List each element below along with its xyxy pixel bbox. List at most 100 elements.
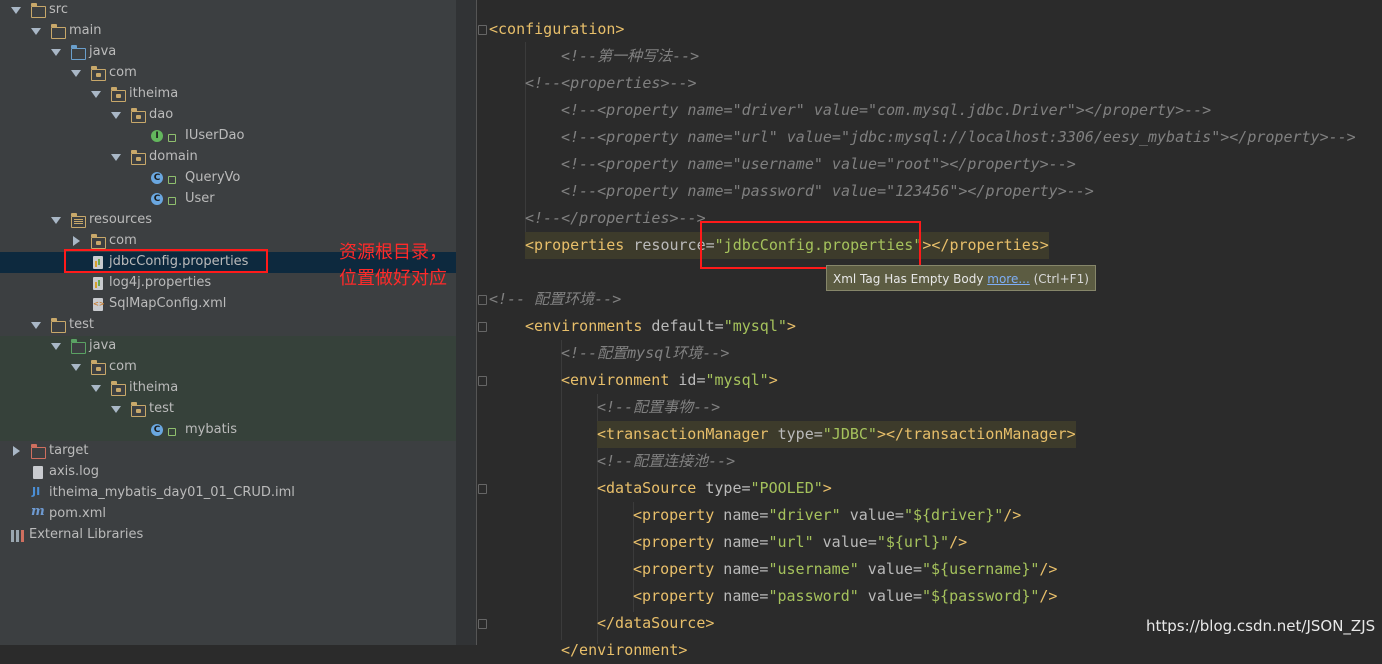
tree-item-com[interactable]: com [0, 63, 456, 84]
expand-arrow-icon[interactable] [91, 385, 101, 392]
tree-item-main[interactable]: main [0, 21, 456, 42]
code-line-property[interactable]: <property name="username" value="${usern… [633, 556, 1057, 583]
code-line-property[interactable]: <property name="driver" value="${driver}… [633, 502, 1021, 529]
tree-item-user[interactable]: C User [0, 189, 456, 210]
code-line[interactable]: </environment> [561, 637, 687, 664]
code-line[interactable]: <!--配置连接池--> [597, 448, 735, 475]
collapse-arrow-icon[interactable] [13, 446, 20, 456]
expand-arrow-icon[interactable] [51, 217, 61, 224]
xml-comment: <!--<property name="url" value="jdbc:mys… [561, 128, 1356, 146]
xml-comment: <!--<properties>--> [525, 74, 697, 92]
code-line[interactable]: <dataSource type="POOLED"> [597, 475, 832, 502]
tree-item-iuserdao[interactable]: I IUserDao [0, 126, 456, 147]
interface-icon: I [151, 130, 163, 142]
fold-marker-icon[interactable] [478, 25, 487, 35]
tree-item-label: com [109, 359, 137, 374]
tree-item-label: pom.xml [49, 506, 106, 521]
code-line[interactable]: <!--<property name="password" value="123… [561, 178, 1094, 205]
tree-item-label: main [69, 23, 102, 38]
tree-item-pom[interactable]: m pom.xml [0, 504, 456, 525]
expand-arrow-icon[interactable] [31, 28, 41, 35]
code-line[interactable]: </dataSource> [597, 610, 714, 637]
code-line[interactable]: <!--<properties>--> [525, 70, 697, 97]
fold-marker-icon[interactable] [478, 376, 487, 386]
fold-marker-icon[interactable] [478, 322, 487, 332]
code-line[interactable]: <!--第一种写法--> [561, 43, 699, 70]
code-line-property[interactable]: <property name="password" value="${passw… [633, 583, 1057, 610]
tree-item-domain[interactable]: domain [0, 147, 456, 168]
tree-item-axis-log[interactable]: axis.log [0, 462, 456, 483]
expand-arrow-icon[interactable] [71, 70, 81, 77]
lock-icon [168, 428, 176, 436]
folder-icon [50, 318, 66, 333]
tree-item-external-libraries[interactable]: External Libraries [0, 525, 456, 546]
tree-item-queryvo[interactable]: C QueryVo [0, 168, 456, 189]
annotation-note: 资源根目录， 位置做好对应 [339, 240, 447, 292]
test-class-icon: C [151, 424, 163, 436]
tree-item-resources[interactable]: resources [0, 210, 456, 231]
code-line[interactable]: <environment id="mysql"> [561, 367, 778, 394]
xml-tag: <property [633, 587, 715, 605]
code-line[interactable]: <environments default="mysql"> [525, 313, 796, 340]
expand-arrow-icon[interactable] [111, 154, 121, 161]
tree-item-label: test [69, 317, 94, 332]
tree-item-test-itheima[interactable]: itheima [0, 378, 456, 399]
code-line[interactable]: <!--配置事物--> [597, 394, 720, 421]
code-line[interactable]: <transactionManager type="JDBC"></transa… [597, 421, 1076, 448]
expand-arrow-icon[interactable] [31, 322, 41, 329]
xml-tag: <transactionManager [597, 425, 769, 443]
xml-attribute: default= [642, 317, 724, 335]
maven-icon: m [31, 504, 45, 519]
xml-tag: </environment> [561, 641, 688, 659]
tooltip-more-link[interactable]: more... [987, 272, 1030, 286]
tree-item-java[interactable]: java [0, 42, 456, 63]
code-line[interactable]: <!-- 配置环境--> [489, 286, 621, 313]
tree-item-itheima[interactable]: itheima [0, 84, 456, 105]
code-line[interactable]: <!--<property name="username" value="roo… [561, 151, 1076, 178]
tree-item-label: External Libraries [29, 527, 144, 542]
xml-attribute: name= [714, 506, 769, 524]
tree-item-test-java[interactable]: java [0, 336, 456, 357]
expand-arrow-icon[interactable] [11, 7, 21, 14]
xml-attribute: type= [768, 425, 823, 443]
class-icon: C [151, 193, 163, 205]
code-line[interactable]: <!--<property name="url" value="jdbc:mys… [561, 124, 1356, 151]
code-line-property[interactable]: <property name="url" value="${url}"/> [633, 529, 967, 556]
xml-comment: <!--</properties>--> [525, 209, 706, 227]
tree-item-test-com[interactable]: com [0, 357, 456, 378]
xml-attribute-value: "driver" [768, 506, 841, 524]
tree-item-test[interactable]: test [0, 315, 456, 336]
expand-arrow-icon[interactable] [111, 406, 121, 413]
lock-icon [168, 176, 176, 184]
code-line[interactable]: <!--配置mysql环境--> [561, 340, 729, 367]
code-line[interactable]: <!--<property name="driver" value="com.m… [561, 97, 1211, 124]
expand-arrow-icon[interactable] [51, 343, 61, 350]
expand-arrow-icon[interactable] [111, 112, 121, 119]
fold-marker-icon[interactable] [478, 295, 487, 305]
xml-attribute-value: "JDBC" [822, 425, 877, 443]
expand-arrow-icon[interactable] [71, 364, 81, 371]
xml-attribute-value: "${password}" [922, 587, 1040, 605]
code-line[interactable]: <configuration> [489, 16, 624, 43]
class-icon: C [151, 172, 163, 184]
tree-item-mybatis[interactable]: C mybatis [0, 420, 456, 441]
tree-item-test-test[interactable]: test [0, 399, 456, 420]
tree-item-dao[interactable]: dao [0, 105, 456, 126]
xml-tag: > [768, 371, 778, 389]
tree-item-iml[interactable]: JI itheima_mybatis_day01_01_CRUD.iml [0, 483, 456, 504]
expand-arrow-icon[interactable] [51, 49, 61, 56]
xml-tag: /> [949, 533, 968, 551]
package-icon [130, 402, 146, 417]
tree-item-label: itheima [129, 380, 179, 395]
tree-item-src[interactable]: src [0, 0, 456, 21]
tree-item-label: QueryVo [185, 170, 241, 185]
code-line[interactable]: <!--</properties>--> [525, 205, 706, 232]
xml-tag: <property [633, 560, 715, 578]
xml-tag: </dataSource> [597, 614, 715, 632]
collapse-arrow-icon[interactable] [73, 236, 80, 246]
fold-marker-icon[interactable] [478, 619, 487, 629]
tree-item-target[interactable]: target [0, 441, 456, 462]
tree-item-sqlmapconfig[interactable]: SqlMapConfig.xml [0, 294, 456, 315]
expand-arrow-icon[interactable] [91, 91, 101, 98]
fold-marker-icon[interactable] [478, 484, 487, 494]
